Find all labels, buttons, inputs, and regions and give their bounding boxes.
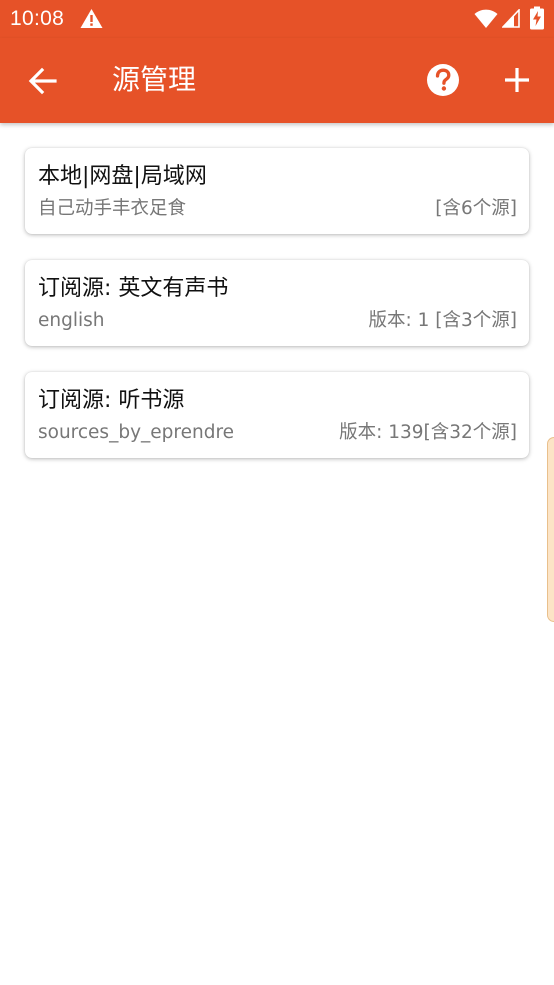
wifi-icon bbox=[474, 9, 498, 28]
source-subtitle: english bbox=[38, 310, 105, 331]
source-count: [含6个源] bbox=[435, 198, 517, 219]
source-subtitle: 自己动手丰衣足食 bbox=[38, 198, 187, 219]
cell-signal-icon bbox=[502, 9, 520, 28]
add-source-button[interactable] bbox=[496, 59, 538, 101]
source-title: 订阅源: 英文有声书 bbox=[38, 276, 229, 301]
source-version-count: 版本: 139[含32个源] bbox=[339, 422, 517, 443]
help-button[interactable] bbox=[422, 59, 464, 101]
status-bar: 10:08 bbox=[0, 0, 554, 38]
battery-charging-icon bbox=[530, 6, 544, 30]
app-toolbar: 源管理 bbox=[0, 38, 554, 123]
source-card-listening-sources[interactable]: 订阅源: 听书源 sources_by_eprendre 版本: 139[含32… bbox=[25, 372, 529, 458]
plus-icon bbox=[505, 68, 529, 92]
back-button[interactable] bbox=[22, 60, 64, 102]
source-title: 订阅源: 听书源 bbox=[38, 388, 185, 413]
help-circle-icon bbox=[427, 64, 459, 96]
status-time: 10:08 bbox=[10, 7, 65, 30]
source-card-local[interactable]: 本地|网盘|局域网 自己动手丰衣足食 [含6个源] bbox=[25, 148, 529, 234]
source-subtitle: sources_by_eprendre bbox=[38, 422, 235, 443]
source-version-count: 版本: 1 [含3个源] bbox=[368, 310, 517, 331]
arrow-left-icon bbox=[28, 67, 57, 95]
source-title: 本地|网盘|局域网 bbox=[38, 164, 207, 189]
warning-icon bbox=[80, 9, 103, 28]
page-title: 源管理 bbox=[112, 63, 197, 96]
fast-scroll-handle[interactable] bbox=[547, 437, 554, 622]
source-card-english-audiobooks[interactable]: 订阅源: 英文有声书 english 版本: 1 [含3个源] bbox=[25, 260, 529, 346]
source-manager-screen: 10:08 源管理 本地|网盘|局域网 自己动手丰衣足食 [含6个源] 订阅源:… bbox=[0, 0, 554, 985]
